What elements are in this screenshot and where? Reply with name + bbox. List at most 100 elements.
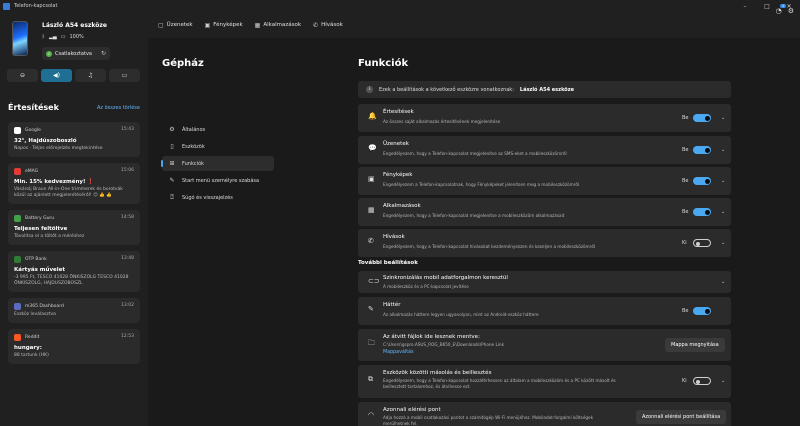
chevron-down-icon[interactable]: ⌄: [721, 209, 725, 215]
minimize-button[interactable]: –: [734, 0, 756, 12]
device-icon: ▯: [170, 143, 174, 150]
do-not-disturb-button[interactable]: ⊖: [7, 69, 38, 82]
settings-nav-item[interactable]: ⚙ Általános: [162, 122, 274, 137]
app-icon: [14, 334, 21, 341]
feature-toggle[interactable]: [693, 114, 711, 122]
feature-toggle[interactable]: [693, 208, 711, 216]
settings-nav-label: Funkciók: [182, 160, 204, 167]
wallpaper-description: Az alkalmazás háttere legyen ugyanolyan,…: [383, 312, 539, 317]
bluetooth-icon: ᛒ: [42, 34, 46, 40]
settings-nav-item[interactable]: ✎ Start menü személyre szabása: [162, 173, 274, 188]
battery-level: 100%: [69, 34, 84, 40]
notification-card[interactable]: m365 Dashboard 13:02 Eszköz leválasztva: [8, 298, 140, 323]
chevron-down-icon[interactable]: ⌄: [721, 178, 725, 184]
wallpaper-toggle[interactable]: [693, 307, 711, 315]
hotspot-row: ◠ Azonnali elérési pont Adja hozzá a mobil…: [358, 402, 731, 426]
notification-time: 15:43: [121, 127, 134, 132]
notification-app: Reddit: [14, 334, 134, 341]
notification-time: 13:02: [121, 303, 134, 308]
notification-time: 13:48: [121, 256, 134, 261]
pin-icon: ✎: [169, 177, 175, 184]
title-bar: Telefon-kapcsolat – □ ✕: [0, 0, 800, 12]
wallpaper-row: ✎ Háttér Az alkalmazás háttere legyen ugya…: [358, 297, 731, 325]
features-icon: ⊞: [169, 160, 175, 167]
notification-card[interactable]: Battery Guru 14:58 Teljesen feltöltve Távol…: [8, 210, 140, 245]
feature-state: Be: [682, 209, 689, 215]
chevron-down-icon[interactable]: ⌄: [721, 240, 725, 246]
app-icon: [14, 215, 21, 222]
tab-photo[interactable]: ▣ Fényképek: [205, 22, 243, 29]
notification-card[interactable]: OTP Bank 13:48 Kártyás művelet -3 995 Ft, T…: [8, 251, 140, 292]
copy-icon: ⧉: [368, 375, 373, 383]
phone-image[interactable]: [12, 21, 28, 56]
tab-apps[interactable]: ▦ Alkalmazások: [255, 22, 301, 29]
transfer-path: C:\Users\gspro.ASUS_ROG_B650_E\Downloads…: [383, 342, 505, 347]
notification-body: Vásárolj Braun All-in-One trimmerek és b…: [14, 187, 123, 198]
device-name[interactable]: László A54 eszköze: [42, 22, 107, 29]
help-icon: ⍰: [170, 193, 174, 201]
notification-body: Eszköz leválasztva: [14, 312, 56, 317]
brush-icon: ✎: [368, 305, 374, 313]
tab-message[interactable]: ▢ Üzenetek: [158, 22, 193, 29]
volume-button[interactable]: ◀): [41, 69, 72, 82]
app-icon: [14, 303, 21, 310]
feature-toggle[interactable]: [693, 239, 711, 247]
notifications-button[interactable]: ◔ 1: [776, 4, 786, 15]
settings-nav-item[interactable]: ▯ Eszközök: [162, 139, 274, 154]
tab-label: Alkalmazások: [263, 22, 302, 28]
notification-app: m365 Dashboard: [14, 303, 134, 310]
feature-description: Engedélyezem, hogy a Telefon-kapcsolat m…: [383, 151, 567, 156]
sync-description: A mobileszköz és a PC-kapcsolat jevítése: [383, 284, 469, 289]
open-folder-button[interactable]: Mappa megnyitása: [665, 338, 725, 352]
info-bar: i Ezek a beállítások a következő eszközr…: [358, 81, 731, 98]
notification-card[interactable]: Google 15:43 32°, Hajdúszoboszló Napos · Te…: [8, 122, 140, 157]
feature-state: Be: [682, 147, 689, 153]
settings-nav: Gépház ⚙ Általános ▯ Eszközök ⊞ Funkciók ✎ Star…: [148, 38, 348, 426]
feature-toggle[interactable]: [693, 146, 711, 154]
wallpaper-title: Háttér: [383, 302, 401, 308]
hotspot-setup-button[interactable]: Azonnali elérési pont beállítása: [636, 410, 727, 424]
feature-title: Hívások: [383, 234, 405, 240]
notification-card[interactable]: Reddit 12:53 hungary: 88 tartunk (HK): [8, 329, 140, 364]
change-folder-link[interactable]: Mappaváltás: [383, 350, 414, 355]
notification-list: Google 15:43 32°, Hajdúszoboszló Napos · Te…: [8, 122, 140, 370]
tab-label: Fényképek: [213, 22, 243, 28]
connection-status: ✓ Csatlakoztatva ↻: [42, 47, 110, 60]
page-title: Funkciók: [358, 58, 409, 69]
gear-icon: ⚙: [169, 126, 175, 133]
phone-icon: ✆: [313, 21, 319, 29]
chevron-down-icon[interactable]: ⌄: [721, 147, 725, 153]
refresh-icon[interactable]: ↻: [101, 50, 106, 57]
tab-phone[interactable]: ✆ Hívások: [313, 22, 343, 29]
feature-state: Ki: [682, 240, 687, 246]
clear-all-link[interactable]: Az összes törlése: [97, 105, 140, 111]
notification-title: 32°, Hajdúszoboszló: [14, 138, 77, 144]
tab-label: Hívások: [321, 22, 343, 28]
notification-badge: 1: [780, 4, 786, 8]
apps-icon: ▦: [254, 21, 261, 29]
notification-title: Teljesen feltöltve: [14, 226, 68, 232]
chevron-down-icon[interactable]: ⌄: [721, 378, 725, 384]
settings-nav-list: ⚙ Általános ▯ Eszközök ⊞ Funkciók ✎ Start menü …: [161, 122, 274, 207]
feature-description: Engedélyezem, hogy a Telefon-kapcsolat m…: [383, 213, 565, 218]
feature-state: Be: [682, 115, 689, 121]
notification-card[interactable]: eMAG 15:06 Min. 15% kedvezmény! ❗ Vásárolj …: [8, 163, 140, 204]
device-status: ᛒ ▂▄ ▭ 100%: [42, 34, 84, 40]
feature-toggle[interactable]: [693, 177, 711, 185]
chevron-down-icon[interactable]: ⌄: [721, 115, 725, 121]
connection-label: Csatlakoztatva: [55, 50, 92, 57]
settings-button[interactable]: ⚙: [788, 7, 794, 15]
notification-app: OTP Bank: [14, 256, 134, 263]
settings-nav-item[interactable]: ⍰ Súgó és visszajelzés: [162, 190, 274, 205]
signal-icon: ▂▄: [49, 34, 57, 40]
settings-nav-item[interactable]: ⊞ Funkciók: [161, 156, 274, 171]
video-button[interactable]: ▭: [109, 69, 140, 82]
chevron-down-icon[interactable]: ⌄: [721, 279, 725, 285]
video-icon: ▭: [121, 72, 128, 79]
check-icon: ✓: [46, 50, 52, 57]
app-icon: [14, 127, 21, 134]
music-button[interactable]: ♫: [75, 69, 106, 82]
notification-app-name: Google: [25, 128, 41, 133]
nav-right: ◔ 1 ⚙: [776, 4, 794, 15]
clipboard-toggle[interactable]: [693, 377, 711, 385]
